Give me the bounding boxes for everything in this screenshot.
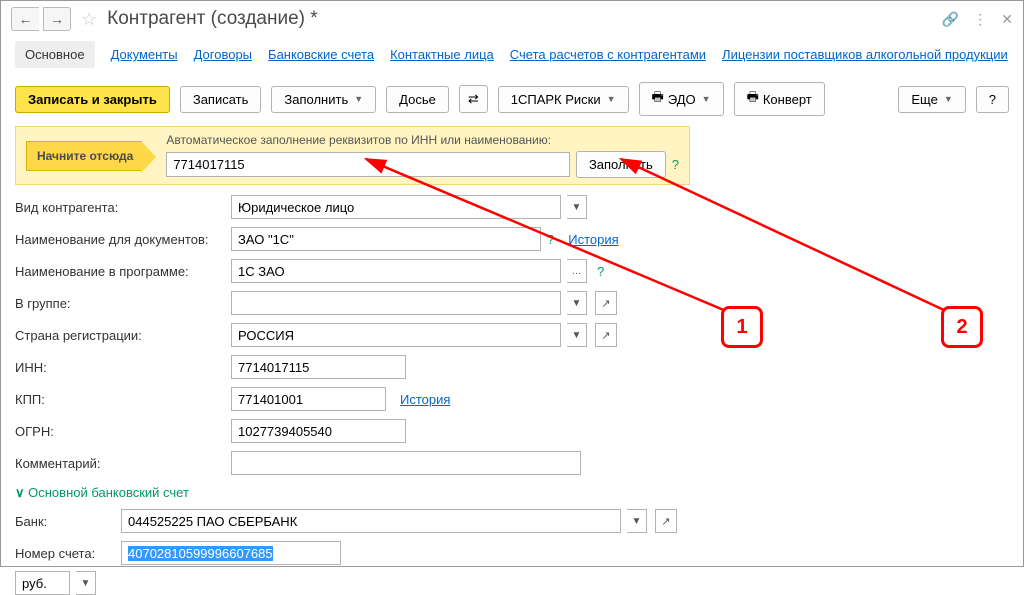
autofill-label: Автоматическое заполнение реквизитов по … [166,133,679,147]
label-group: В группе: [15,296,225,311]
country-dropdown-icon[interactable]: ▼ [567,323,587,347]
close-icon[interactable]: ✕ [1001,11,1013,28]
page-title: Контрагент (создание) * [107,8,318,30]
bank-dropdown-icon[interactable]: ▼ [627,509,647,533]
label-docname: Наименование для документов: [15,232,225,247]
link-icon[interactable]: 🔗 [942,11,959,28]
spark-risks-button[interactable]: 1СПАРК Риски ▼ [498,86,629,113]
bank-open-icon[interactable]: ↗ [655,509,677,533]
field-progname[interactable] [231,259,561,283]
chevron-down-icon: ▼ [354,94,363,104]
label-type: Вид контрагента: [15,200,225,215]
kebab-menu-icon[interactable]: ⋮ [973,11,987,28]
start-here-arrow: Начните отсюда [26,141,142,171]
refresh-icon-button[interactable]: ⇄ [459,85,488,113]
label-account: Номер счета: [15,546,115,561]
save-and-close-button[interactable]: Записать и закрыть [15,86,170,113]
field-docname[interactable] [231,227,541,251]
favorite-star-icon[interactable]: ☆ [81,9,97,30]
printer-icon: 🖶 [747,88,759,110]
label-ogrn: ОГРН: [15,424,225,439]
chevron-down-icon: ▼ [702,94,711,104]
field-comment[interactable] [231,451,581,475]
label-comment: Комментарий: [15,456,225,471]
edo-label: ЭДО [668,92,696,107]
country-open-icon[interactable]: ↗ [595,323,617,347]
tab-settlement-accounts[interactable]: Счета расчетов с контрагентами [510,47,706,62]
fill-label: Заполнить [284,92,348,107]
autofill-inn-input[interactable] [166,152,570,177]
help-button[interactable]: ? [976,86,1009,113]
kpp-history-link[interactable]: История [400,392,450,407]
nav-back-button[interactable]: ← [11,7,39,31]
field-account[interactable]: 40702810599996607685 [121,541,341,565]
field-inn[interactable] [231,355,406,379]
spark-label: 1СПАРК Риски [511,92,601,107]
more-label: Еще [911,92,937,107]
tab-documents[interactable]: Документы [111,47,178,62]
tab-bank-accounts[interactable]: Банковские счета [268,47,374,62]
progname-ellipsis-icon[interactable]: … [567,259,587,283]
label-country: Страна регистрации: [15,328,225,343]
type-dropdown-icon[interactable]: ▼ [567,195,587,219]
field-group[interactable] [231,291,561,315]
field-bank[interactable] [121,509,621,533]
autofill-help-link[interactable]: ? [672,157,679,172]
label-progname: Наименование в программе: [15,264,225,279]
bank-section-header[interactable]: Основной банковский счет [15,485,1009,501]
docname-help[interactable]: ? [547,232,554,247]
envelope-button[interactable]: 🖶 Конверт [734,82,825,116]
field-currency[interactable] [15,571,70,595]
docname-history-link[interactable]: История [568,232,618,247]
tab-contacts[interactable]: Контактные лица [390,47,494,62]
label-bank: Банк: [15,514,115,529]
label-kpp: КПП: [15,392,225,407]
label-inn: ИНН: [15,360,225,375]
printer-icon: 🖶 [652,88,664,110]
tab-bar: Основное Документы Договоры Банковские с… [1,37,1023,76]
currency-dropdown-icon[interactable]: ▼ [76,571,96,595]
tab-main[interactable]: Основное [15,41,95,68]
tab-alcohol-licenses[interactable]: Лицензии поставщиков алкогольной продукц… [722,47,1008,62]
form-body: Вид контрагента: ▼ Наименование для доку… [1,195,1023,595]
progname-help[interactable]: ? [597,264,604,279]
field-kpp[interactable] [231,387,386,411]
chevron-down-icon: ▼ [944,94,953,104]
group-dropdown-icon[interactable]: ▼ [567,291,587,315]
save-button[interactable]: Записать [180,86,262,113]
tab-contracts[interactable]: Договоры [194,47,252,62]
start-here-banner: Начните отсюда Автоматическое заполнение… [15,126,690,185]
dossier-button[interactable]: Досье [386,86,449,113]
field-ogrn[interactable] [231,419,406,443]
fill-dropdown-button[interactable]: Заполнить ▼ [271,86,376,113]
group-open-icon[interactable]: ↗ [595,291,617,315]
autofill-fill-button[interactable]: Заполнить [576,151,666,178]
more-button[interactable]: Еще ▼ [898,86,965,113]
nav-forward-button[interactable]: → [43,7,71,31]
field-country[interactable] [231,323,561,347]
envelope-label: Конверт [763,92,812,107]
account-value: 40702810599996607685 [128,546,273,561]
edo-button[interactable]: 🖶 ЭДО ▼ [639,82,724,116]
field-type[interactable] [231,195,561,219]
toolbar: Записать и закрыть Записать Заполнить ▼ Д… [1,76,1023,126]
chevron-down-icon: ▼ [607,94,616,104]
